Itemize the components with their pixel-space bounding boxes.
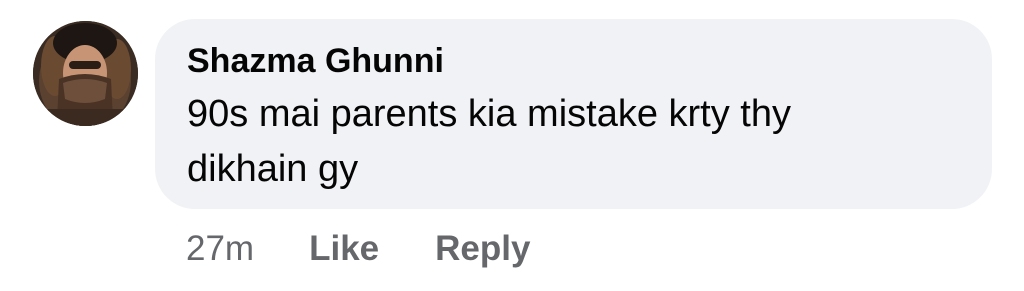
comment-author[interactable]: Shazma Ghunni <box>187 41 962 81</box>
comment-bubble: Shazma Ghunni 90s mai parents kia mistak… <box>155 19 992 209</box>
comment-text: 90s mai parents kia mistake krty thy dik… <box>187 93 791 190</box>
comment-actions: 27m Like Reply <box>186 224 586 274</box>
comment-timestamp[interactable]: 27m <box>186 229 254 269</box>
like-button[interactable]: Like <box>309 229 379 269</box>
comment: Shazma Ghunni 90s mai parents kia mistak… <box>0 0 1024 291</box>
avatar[interactable] <box>33 21 138 126</box>
profile-photo <box>33 21 138 126</box>
reply-button[interactable]: Reply <box>435 229 530 269</box>
